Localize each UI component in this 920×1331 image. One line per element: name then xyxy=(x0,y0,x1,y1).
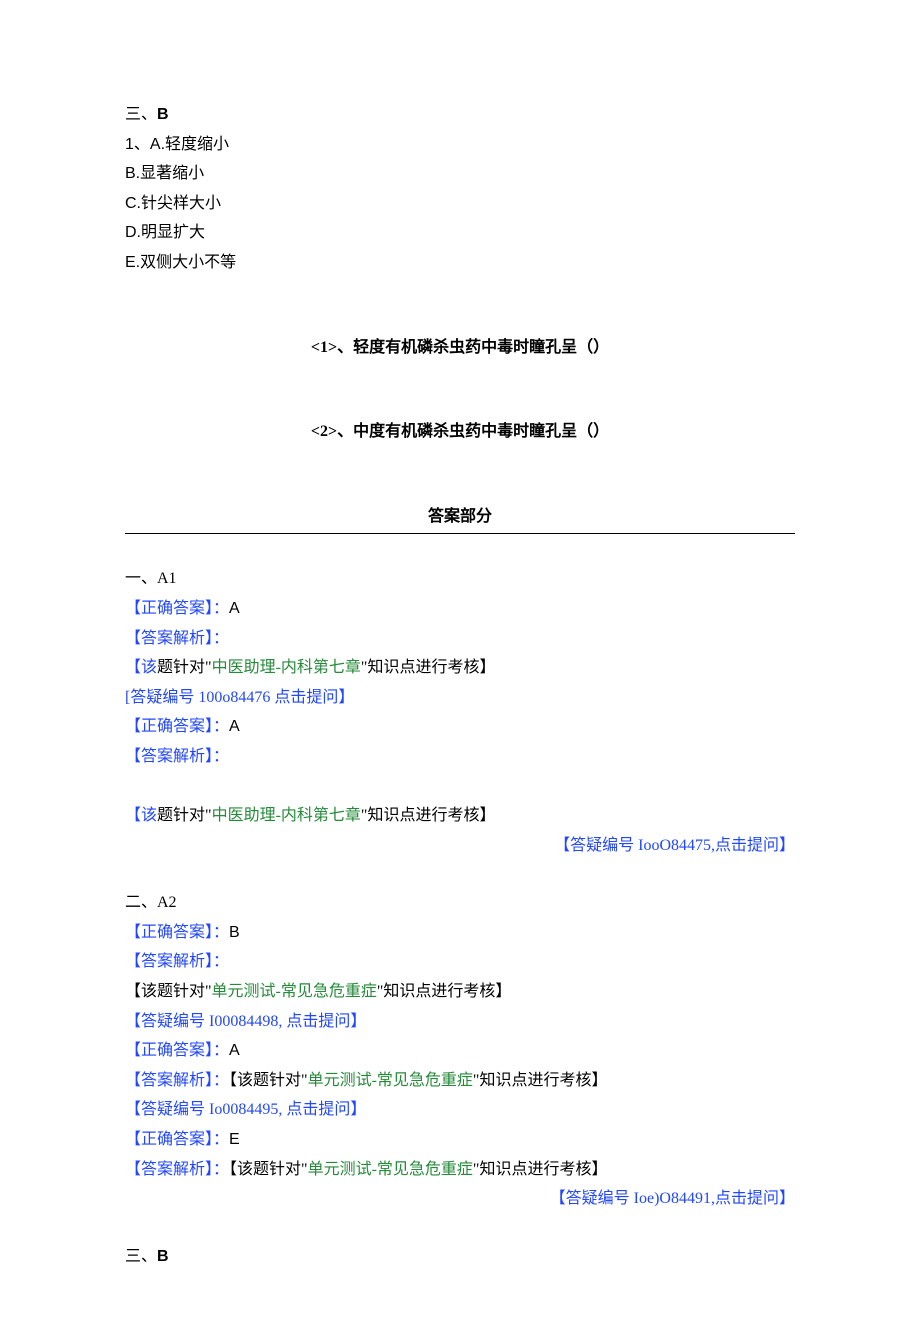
answers-header: 答案部分 xyxy=(125,502,795,532)
a2-faq-link-1[interactable]: 【答疑编号 I00084498, 点击提问】 xyxy=(125,1007,795,1037)
option-a-text: 轻度缩小 xyxy=(165,136,229,153)
correct-value: E xyxy=(229,1131,240,1148)
a1-correct-2: 【正确答案】：A xyxy=(125,712,795,742)
a1-topic-1: 【该题针对"中医助理-内科第七章"知识点进行考核】 xyxy=(125,653,795,683)
a1-analysis-label-2: 【答案解析】： xyxy=(125,742,795,772)
section-a2: 二、A2 【正确答案】：B 【答案解析】： 【该题针对"单元测试-常见急危重症"… xyxy=(125,888,795,1214)
question-1: 1、A.轻度缩小 xyxy=(125,130,795,160)
option-e-text: 双侧大小不等 xyxy=(140,254,236,271)
topic-green: 中医助理-内科第七章 xyxy=(212,659,361,676)
option-c-prefix: C. xyxy=(125,195,141,212)
topic-suffix: "知识点进行考核】 xyxy=(377,983,512,1000)
option-d-text: 明显扩大 xyxy=(141,224,205,241)
a2-faq-link-2[interactable]: 【答疑编号 Io0084495, 点击提问】 xyxy=(125,1095,795,1125)
option-c-text: 针尖样大小 xyxy=(141,195,221,212)
option-a-prefix: A. xyxy=(150,136,165,153)
a1-topic-2: 【该题针对"中医助理-内科第七章"知识点进行考核】 xyxy=(125,801,795,831)
a2-heading: 二、A2 xyxy=(125,888,795,918)
topic-green: 单元测试-常见急危重症 xyxy=(308,1072,473,1089)
option-e-prefix: E. xyxy=(125,254,140,271)
topic-suffix: "知识点进行考核】 xyxy=(361,807,496,824)
topic-suffix: "知识点进行考核】 xyxy=(361,659,496,676)
option-c: C.针尖样大小 xyxy=(125,189,795,219)
a1-correct-1: 【正确答案】：A xyxy=(125,594,795,624)
correct-value: A xyxy=(229,718,240,735)
topic-green: 单元测试-常见急危重症 xyxy=(308,1161,473,1178)
section-a1: 一、A1 【正确答案】：A 【答案解析】： 【该题针对"中医助理-内科第七章"知… xyxy=(125,564,795,860)
a2-faq-link-3[interactable]: 【答疑编号 Ioe)O84491,点击提问】 xyxy=(125,1184,795,1214)
topic-suffix: "知识点进行考核】 xyxy=(473,1161,608,1178)
option-b: B.显著缩小 xyxy=(125,159,795,189)
sub-question-2: <2>、中度有机磷杀虫药中毒时瞳孔呈（） xyxy=(125,417,795,447)
correct-label: 【正确答案】： xyxy=(125,600,229,617)
a1-heading: 一、A1 xyxy=(125,564,795,594)
option-b-prefix: B. xyxy=(125,165,140,182)
section-3-questions: 三、B 1、A.轻度缩小 B.显著缩小 C.针尖样大小 D.明显扩大 E.双侧大… xyxy=(125,100,795,447)
option-b-text: 显著缩小 xyxy=(140,165,204,182)
section-3-header: 三、B xyxy=(125,100,795,130)
a1-analysis-label-1: 【答案解析】： xyxy=(125,624,795,654)
topic-mid: 题针对" xyxy=(157,659,212,676)
a2-correct-3: 【正确答案】：E xyxy=(125,1125,795,1155)
topic-suffix: "知识点进行考核】 xyxy=(473,1072,608,1089)
a2-analysis-topic-3: 【答案解析】：【该题针对"单元测试-常见急危重症"知识点进行考核】 xyxy=(125,1155,795,1185)
correct-value: A xyxy=(229,600,240,617)
a1-faq-link-1[interactable]: [答疑编号 100o84476 点击提问】 xyxy=(125,683,795,713)
a1-faq-link-2[interactable]: 【答疑编号 IooO84475,点击提问】 xyxy=(125,831,795,861)
sub-question-1: <1>、轻度有机磷杀虫药中毒时瞳孔呈（） xyxy=(125,333,795,363)
topic-mid: 题针对" xyxy=(157,807,212,824)
a2-analysis-label-1: 【答案解析】： xyxy=(125,947,795,977)
a2-analysis-topic-2: 【答案解析】：【该题针对"单元测试-常见急危重症"知识点进行考核】 xyxy=(125,1066,795,1096)
a2-correct-1: 【正确答案】：B xyxy=(125,918,795,948)
correct-label: 【正确答案】： xyxy=(125,1042,229,1059)
correct-label: 【正确答案】： xyxy=(125,924,229,941)
topic-prefix: 【该 xyxy=(125,659,157,676)
header-letter: B xyxy=(157,106,169,123)
topic-green: 单元测试-常见急危重症 xyxy=(212,983,377,1000)
a2-topic-1: 【该题针对"单元测试-常见急危重症"知识点进行考核】 xyxy=(125,977,795,1007)
option-d-prefix: D. xyxy=(125,224,141,241)
topic-prefix: 【该题针对" xyxy=(229,1072,308,1089)
topic-prefix: 【该 xyxy=(125,807,157,824)
topic-green: 中医助理-内科第七章 xyxy=(212,807,361,824)
analysis-label: 【答案解析】： xyxy=(125,1161,229,1178)
correct-label: 【正确答案】： xyxy=(125,1131,229,1148)
a2-correct-2: 【正确答案】：A xyxy=(125,1036,795,1066)
topic-prefix: 【该题针对" xyxy=(125,983,212,1000)
topic-prefix: 【该题针对" xyxy=(229,1161,308,1178)
correct-value: A xyxy=(229,1042,240,1059)
q1-number: 1、 xyxy=(125,136,150,153)
correct-label: 【正确答案】： xyxy=(125,718,229,735)
blank-line xyxy=(125,772,795,802)
section-3b: 三、B xyxy=(125,1242,795,1272)
correct-value: B xyxy=(229,924,240,941)
header-letter: B xyxy=(157,1248,169,1265)
option-d: D.明显扩大 xyxy=(125,218,795,248)
header-prefix: 三、 xyxy=(125,106,157,123)
answers-divider: 答案部分 xyxy=(125,502,795,535)
analysis-label: 【答案解析】： xyxy=(125,1072,229,1089)
header-prefix: 三、 xyxy=(125,1248,157,1265)
option-e: E.双侧大小不等 xyxy=(125,248,795,278)
